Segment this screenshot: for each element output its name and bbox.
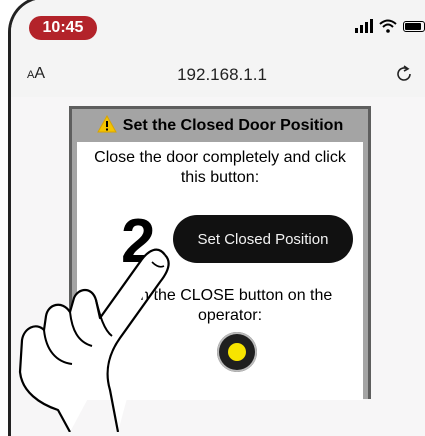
status-bar: 10:45: [11, 0, 425, 53]
page-content: Set the Closed Door Position Close the d…: [11, 97, 425, 436]
warning-icon: [96, 115, 117, 133]
panel-heading: Set the Closed Door Position: [72, 115, 368, 137]
instruction-text: Close the door completely and click this…: [94, 149, 346, 186]
signal-icon: [355, 19, 373, 33]
battery-icon: [403, 20, 425, 32]
panel-body: Close the door completely and click this…: [77, 142, 363, 400]
time-pill: 10:45: [29, 16, 97, 40]
set-closed-position-button[interactable]: Set Closed Position: [173, 215, 353, 263]
address-bar[interactable]: AA 192.168.1.1: [11, 53, 425, 98]
status-icons: [355, 19, 425, 33]
operator-instruction-text: On the CLOSE button on the operator:: [103, 286, 357, 326]
reload-icon[interactable]: [393, 63, 415, 85]
operator-instruction-prefix: O: [127, 287, 141, 304]
operator-led-indicator: [217, 332, 257, 372]
closed-position-panel: Set the Closed Door Position Close the d…: [69, 106, 371, 400]
phone-frame: 10:45 AA 192.168.1.1 Set the Closed Door…: [8, 0, 425, 436]
url-text[interactable]: 192.168.1.1: [11, 65, 425, 85]
operator-instruction-rest: n the CLOSE button on the operator:: [140, 287, 333, 324]
step-number: 2: [121, 207, 156, 276]
wifi-icon: [379, 19, 397, 33]
panel-heading-text: Set the Closed Door Position: [122, 117, 344, 134]
